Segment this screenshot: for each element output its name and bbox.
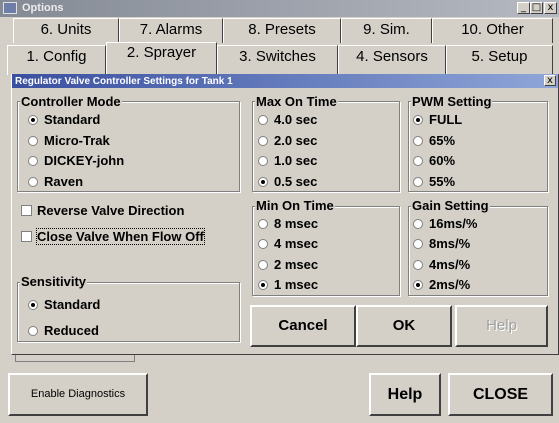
- help-button[interactable]: Help: [369, 373, 441, 416]
- controller-mode-label: Controller Mode: [20, 94, 122, 109]
- gain-8ms-radio[interactable]: 8ms/%: [413, 236, 470, 251]
- tab-setup[interactable]: 5. Setup: [446, 45, 553, 75]
- cancel-button[interactable]: Cancel: [250, 305, 356, 347]
- gain-setting-label: Gain Setting: [411, 198, 490, 213]
- radio-icon: [413, 219, 423, 229]
- app-icon: [3, 2, 17, 14]
- reverse-valve-checkbox[interactable]: Reverse Valve Direction: [21, 203, 184, 218]
- checkbox-icon: [21, 231, 32, 242]
- radio-icon: [413, 260, 423, 270]
- radio-icon: [258, 239, 268, 249]
- tab-presets[interactable]: 8. Presets: [223, 18, 341, 43]
- window-title: Options: [22, 2, 64, 14]
- radio-icon: [28, 156, 38, 166]
- close-valve-checkbox[interactable]: Close Valve When Flow Off: [21, 228, 205, 245]
- gain-16ms-radio[interactable]: 16ms/%: [413, 216, 477, 231]
- minimize-button[interactable]: _: [517, 2, 530, 14]
- radio-icon: [413, 136, 423, 146]
- controller-standard-radio[interactable]: Standard: [28, 112, 100, 127]
- tab-sprayer[interactable]: 2. Sprayer: [106, 42, 217, 75]
- pwm-full-radio[interactable]: FULL: [413, 112, 462, 127]
- min-on-time-label: Min On Time: [255, 198, 335, 213]
- maximize-button[interactable]: □: [530, 2, 543, 14]
- tab-config[interactable]: 1. Config: [7, 45, 106, 75]
- min-on-1msec-radio[interactable]: 1 msec: [258, 277, 318, 292]
- controller-micro-trak-radio[interactable]: Micro-Trak: [28, 133, 110, 148]
- pwm-65-radio[interactable]: 65%: [413, 133, 455, 148]
- tab-alarms[interactable]: 7. Alarms: [119, 18, 223, 43]
- tab-other[interactable]: 10. Other: [432, 18, 553, 43]
- radio-icon: [413, 239, 423, 249]
- radio-icon: [258, 136, 268, 146]
- radio-icon: [258, 156, 268, 166]
- sensitivity-reduced-radio[interactable]: Reduced: [28, 323, 99, 338]
- radio-selected-icon: [413, 280, 423, 290]
- tab-units[interactable]: 6. Units: [13, 18, 119, 43]
- ok-button[interactable]: OK: [356, 305, 452, 347]
- radio-selected-icon: [413, 115, 423, 125]
- sensitivity-standard-radio[interactable]: Standard: [28, 297, 100, 312]
- radio-icon: [258, 260, 268, 270]
- window-title-bar: Options _ □ x: [0, 0, 559, 17]
- tab-switches[interactable]: 3. Switches: [217, 45, 338, 75]
- min-on-4msec-radio[interactable]: 4 msec: [258, 236, 318, 251]
- pwm-setting-label: PWM Setting: [411, 94, 493, 109]
- gain-2ms-radio[interactable]: 2ms/%: [413, 277, 470, 292]
- radio-selected-icon: [258, 177, 268, 187]
- radio-icon: [413, 177, 423, 187]
- controller-raven-radio[interactable]: Raven: [28, 174, 83, 189]
- enable-diagnostics-button[interactable]: Enable Diagnostics: [8, 373, 148, 416]
- dialog-help-button[interactable]: Help: [455, 305, 548, 347]
- radio-icon: [28, 136, 38, 146]
- radio-icon: [28, 177, 38, 187]
- min-on-2msec-radio[interactable]: 2 msec: [258, 257, 318, 272]
- pwm-55-radio[interactable]: 55%: [413, 174, 455, 189]
- gain-4ms-radio[interactable]: 4ms/%: [413, 257, 470, 272]
- min-on-8msec-radio[interactable]: 8 msec: [258, 216, 318, 231]
- max-on-2sec-radio[interactable]: 2.0 sec: [258, 133, 317, 148]
- radio-icon: [28, 326, 38, 336]
- radio-icon: [413, 156, 423, 166]
- pwm-60-radio[interactable]: 60%: [413, 153, 455, 168]
- max-on-4sec-radio[interactable]: 4.0 sec: [258, 112, 317, 127]
- close-button[interactable]: CLOSE: [448, 373, 553, 416]
- max-on-1sec-radio[interactable]: 1.0 sec: [258, 153, 317, 168]
- dialog-close-button[interactable]: x: [544, 75, 556, 86]
- tab-sensors[interactable]: 4. Sensors: [338, 45, 446, 75]
- radio-selected-icon: [258, 280, 268, 290]
- radio-selected-icon: [28, 115, 38, 125]
- radio-icon: [258, 115, 268, 125]
- checkbox-icon: [21, 205, 32, 216]
- sensitivity-label: Sensitivity: [20, 274, 88, 289]
- controller-dickey-john-radio[interactable]: DICKEY-john: [28, 153, 124, 168]
- max-on-time-label: Max On Time: [255, 94, 338, 109]
- tab-sim[interactable]: 9. Sim.: [341, 18, 432, 43]
- close-window-button[interactable]: x: [544, 2, 557, 14]
- dialog-title: Regulator Valve Controller Settings for …: [15, 76, 233, 87]
- max-on-05sec-radio[interactable]: 0.5 sec: [258, 174, 317, 189]
- radio-icon: [258, 219, 268, 229]
- radio-selected-icon: [28, 300, 38, 310]
- dialog-title-bar: Regulator Valve Controller Settings for …: [12, 74, 558, 88]
